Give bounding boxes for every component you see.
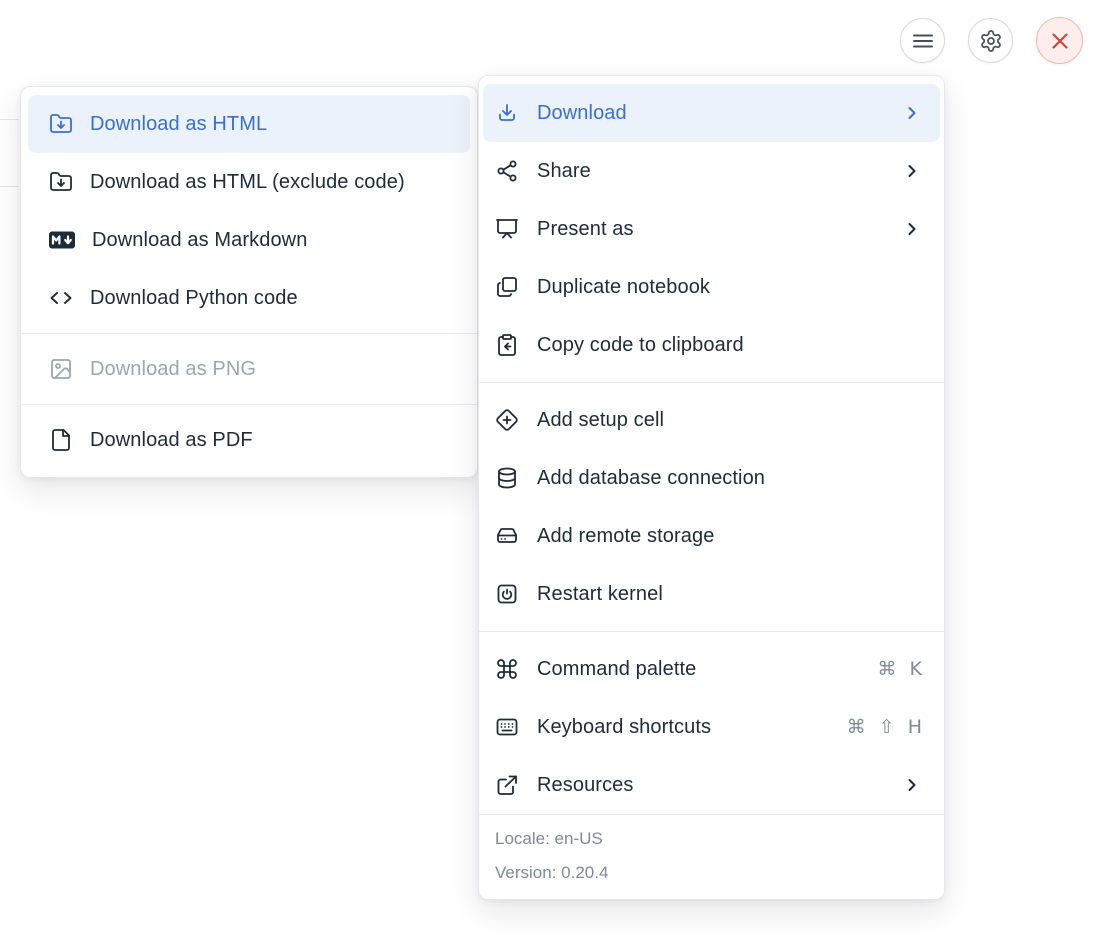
command-icon: [495, 657, 519, 681]
menu-item-restart-kernel[interactable]: Restart kernel: [479, 565, 944, 623]
menu-item-label: Download as Markdown: [92, 229, 453, 252]
menu-item-download-as-html-exclude-code[interactable]: Download as HTML (exclude code): [21, 153, 477, 211]
menu-item-label: Duplicate notebook: [537, 276, 922, 299]
menu-item-add-remote-storage[interactable]: Add remote storage: [479, 507, 944, 565]
notebook-menu: Download Share Present as Duplicate note…: [478, 75, 945, 900]
background-cell-border: [0, 119, 19, 120]
hard-drive-icon: [495, 524, 519, 548]
app-background: Download as HTML Download as HTML (exclu…: [0, 0, 1116, 932]
chevron-right-icon: [902, 775, 922, 795]
toolbar: [900, 17, 1083, 64]
menu-item-label: Present as: [537, 218, 884, 241]
shortcut-hint: ⌘ K: [878, 658, 923, 680]
menu-item-present-as[interactable]: Present as: [479, 200, 944, 258]
download-icon: [495, 101, 519, 125]
hamburger-icon: [911, 29, 935, 53]
menu-button[interactable]: [900, 18, 945, 63]
menu-item-label: Add setup cell: [537, 409, 922, 432]
database-icon: [495, 466, 519, 490]
share-icon: [495, 159, 519, 183]
image-icon: [49, 357, 73, 381]
diamond-plus-icon: [495, 408, 519, 432]
download-submenu: Download as HTML Download as HTML (exclu…: [20, 86, 478, 478]
close-button[interactable]: [1036, 17, 1083, 64]
menu-item-label: Download as PDF: [90, 429, 453, 452]
menu-item-label: Restart kernel: [537, 583, 922, 606]
menu-item-label: Download as PNG: [90, 358, 453, 381]
file-icon: [49, 428, 73, 452]
menu-separator: [479, 382, 944, 383]
chevron-right-icon: [902, 161, 922, 181]
chevron-right-icon: [902, 103, 922, 123]
menu-item-share[interactable]: Share: [479, 142, 944, 200]
version-text: Version: 0.20.4: [495, 856, 928, 890]
close-icon: [1047, 28, 1073, 54]
settings-button[interactable]: [968, 18, 1013, 63]
menu-item-label: Share: [537, 160, 884, 183]
keyboard-icon: [495, 715, 519, 739]
menu-separator: [21, 333, 477, 334]
menu-item-resources[interactable]: Resources: [479, 756, 944, 814]
menu-item-duplicate-notebook[interactable]: Duplicate notebook: [479, 258, 944, 316]
menu-item-label: Keyboard shortcuts: [537, 716, 829, 739]
locale-text: Locale: en-US: [495, 822, 928, 856]
clipboard-copy-icon: [495, 333, 519, 357]
menu-item-label: Add remote storage: [537, 525, 922, 548]
markdown-icon: [49, 228, 75, 252]
external-link-icon: [495, 773, 519, 797]
menu-item-copy-code-to-clipboard[interactable]: Copy code to clipboard: [479, 316, 944, 374]
menu-footer: Locale: en-US Version: 0.20.4: [479, 814, 944, 899]
menu-item-label: Command palette: [537, 658, 860, 681]
folder-down-icon: [49, 112, 73, 136]
duplicate-icon: [495, 275, 519, 299]
menu-item-download-as-html[interactable]: Download as HTML: [28, 95, 470, 153]
menu-item-label: Download as HTML (exclude code): [90, 171, 453, 194]
gear-icon: [979, 29, 1003, 53]
code-icon: [49, 286, 73, 310]
presentation-icon: [495, 217, 519, 241]
menu-separator: [21, 404, 477, 405]
menu-item-add-setup-cell[interactable]: Add setup cell: [479, 391, 944, 449]
menu-item-download-as-markdown[interactable]: Download as Markdown: [21, 211, 477, 269]
menu-item-label: Download as HTML: [90, 113, 453, 136]
menu-item-download-as-pdf[interactable]: Download as PDF: [21, 411, 477, 469]
menu-item-label: Copy code to clipboard: [537, 334, 922, 357]
menu-item-download-as-png: Download as PNG: [21, 340, 477, 398]
menu-item-label: Resources: [537, 774, 884, 797]
menu-item-command-palette[interactable]: Command palette ⌘ K: [479, 640, 944, 698]
power-square-icon: [495, 582, 519, 606]
menu-item-keyboard-shortcuts[interactable]: Keyboard shortcuts ⌘ ⇧ H: [479, 698, 944, 756]
menu-item-label: Download Python code: [90, 287, 453, 310]
menu-item-download-python-code[interactable]: Download Python code: [21, 269, 477, 327]
menu-separator: [479, 631, 944, 632]
menu-item-label: Download: [537, 102, 884, 125]
menu-item-label: Add database connection: [537, 467, 922, 490]
chevron-right-icon: [902, 219, 922, 239]
menu-item-add-database-connection[interactable]: Add database connection: [479, 449, 944, 507]
shortcut-hint: ⌘ ⇧ H: [847, 716, 922, 738]
background-cell-border: [0, 186, 19, 187]
folder-down-icon: [49, 170, 73, 194]
menu-item-download[interactable]: Download: [483, 84, 940, 142]
